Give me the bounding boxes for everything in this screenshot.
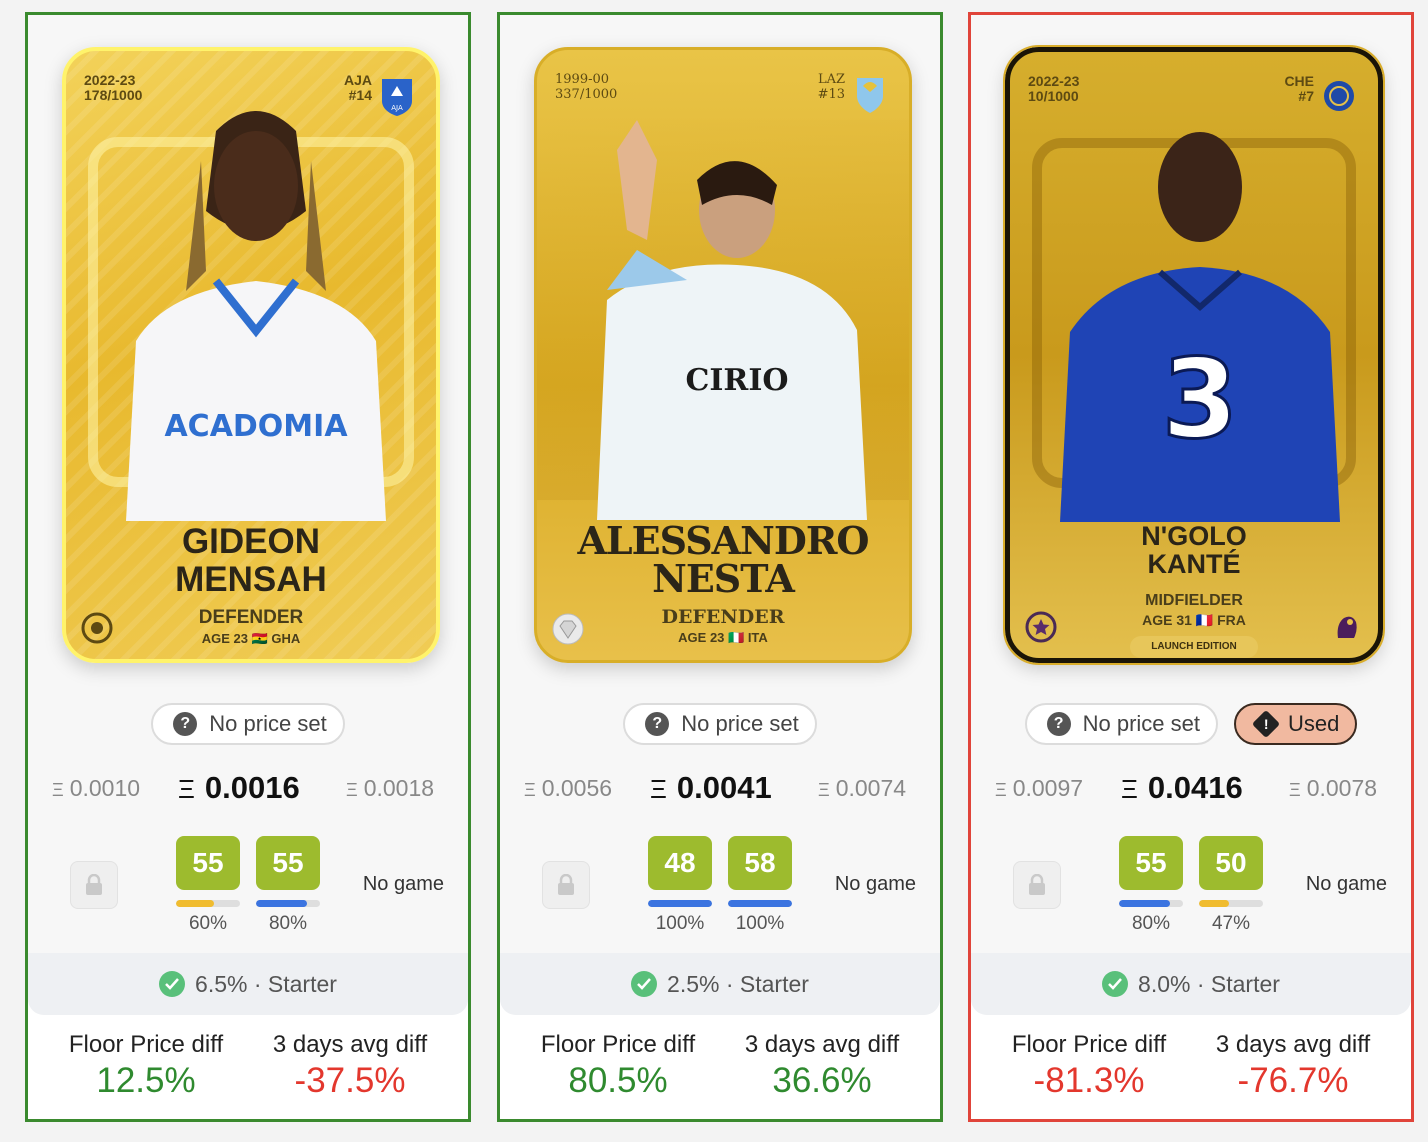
price-main: Ξ 0.0416 (1121, 770, 1243, 805)
lock-icon (558, 874, 574, 895)
badge-row: ? No price set (500, 703, 940, 745)
rarity-ball-icon (81, 612, 113, 644)
game-status: No game (834, 873, 916, 895)
eth-icon: Ξ (1289, 780, 1301, 800)
legend-diamond-icon (552, 613, 584, 645)
warning-icon: ! (1251, 709, 1281, 739)
lock-icon (1029, 874, 1045, 895)
score-bar-fill (1199, 900, 1230, 907)
score-l15: 50 47% (1199, 836, 1263, 935)
eth-icon: Ξ (995, 780, 1007, 800)
player-name: ALESSANDRO NESTA (577, 518, 869, 601)
score-l15: 58 100% (728, 836, 792, 935)
no-price-badge[interactable]: ? No price set (623, 703, 817, 745)
score-l5: 55 60% (176, 836, 240, 935)
floor-price-diff: Floor Price diff 12.5% (68, 1031, 224, 1100)
price-high: Ξ 0.0018 (346, 775, 435, 801)
score-l5: 48 100% (648, 836, 712, 935)
player-position: DEFENDER (661, 606, 785, 628)
player-age-nationality: AGE 23 🇬🇭 GHA (201, 631, 301, 646)
price-high: Ξ 0.0074 (818, 775, 907, 801)
card-panel-nesta[interactable]: 1999-00 337/1000 LAZ #13 CIRIO ALESSANDRO N… (497, 12, 943, 1122)
score-l15: 55 80% (256, 836, 320, 935)
score-bar-fill (256, 900, 308, 907)
player-card-image[interactable]: 2022-23 178/1000 AJA #14 AJA ACADOMIA GIDE… (62, 47, 440, 663)
premier-league-icon (1337, 616, 1357, 638)
price-low: Ξ 0.0097 (995, 775, 1084, 801)
question-icon: ? (173, 712, 198, 736)
check-icon (1102, 971, 1129, 997)
avg-diff: 3 days avg diff -37.5% (272, 1031, 428, 1100)
player-position: DEFENDER (198, 607, 304, 628)
floor-price-diff: Floor Price diff -81.3% (1011, 1031, 1167, 1100)
player-photo: 3 (1060, 132, 1340, 522)
eth-icon: Ξ (52, 780, 64, 800)
lock-button[interactable] (1013, 861, 1061, 909)
player-position: MIDFIELDER (1145, 592, 1243, 609)
eth-icon: Ξ (178, 774, 195, 804)
used-badge[interactable]: ! Used (1234, 703, 1358, 745)
player-name: GIDEON MENSAH (175, 522, 327, 599)
eth-icon: Ξ (818, 780, 830, 800)
lock-icon (86, 874, 102, 895)
eth-icon: Ξ (346, 780, 358, 800)
price-row: Ξ 0.0056 Ξ 0.0041 Ξ 0.0074 (500, 770, 940, 810)
check-icon (159, 971, 186, 997)
price-row: Ξ 0.0010 Ξ 0.0016 Ξ 0.0018 (28, 770, 468, 810)
eth-icon: Ξ (650, 774, 667, 804)
question-icon: ? (645, 712, 670, 736)
player-name: N'GOLO KANTÉ (1141, 521, 1247, 579)
player-age-nationality: AGE 23 🇮🇹 ITA (678, 630, 768, 645)
score-l5: 55 80% (1119, 836, 1183, 935)
lock-button[interactable] (542, 861, 590, 909)
lock-button[interactable] (70, 861, 118, 909)
question-icon: ? (1046, 712, 1071, 736)
badge-row: ? No price set (28, 703, 468, 745)
avg-diff: 3 days avg diff 36.6% (744, 1031, 900, 1100)
price-high: Ξ 0.0078 (1289, 775, 1378, 801)
score-bar-fill (648, 900, 712, 907)
starter-row: 6.5% · Starter (28, 953, 468, 1015)
starter-row: 2.5% · Starter (500, 953, 940, 1015)
svg-text:3: 3 (1162, 335, 1239, 463)
player-photo: CIRIO (597, 120, 867, 520)
price-row: Ξ 0.0097 Ξ 0.0416 Ξ 0.0078 (971, 770, 1411, 810)
card-panel-mensah[interactable]: 2022-23 178/1000 AJA #14 AJA ACADOMIA GIDE… (25, 12, 471, 1122)
eth-icon: Ξ (1121, 774, 1138, 804)
avg-diff: 3 days avg diff -76.7% (1215, 1031, 1371, 1100)
starter-row: 8.0% · Starter (971, 953, 1411, 1015)
floor-price-diff: Floor Price diff 80.5% (540, 1031, 696, 1100)
rarity-star-icon (1025, 611, 1057, 643)
player-age-nationality: AGE 31 🇫🇷 FRA (1142, 612, 1246, 628)
card-panel-kante[interactable]: 2022-23 10/1000 CHE #7 3 N'GOLO KANTÉ MIDFI… (968, 12, 1414, 1122)
check-icon (631, 971, 658, 997)
game-status: No game (1305, 873, 1387, 895)
price-main: Ξ 0.0016 (178, 770, 300, 805)
score-bar-fill (1119, 900, 1171, 907)
no-price-badge[interactable]: ? No price set (151, 703, 345, 745)
player-photo: ACADOMIA (126, 111, 386, 521)
eth-icon: Ξ (524, 780, 536, 800)
launch-edition-tag: LAUNCH EDITION (1130, 636, 1258, 658)
svg-text:CIRIO: CIRIO (685, 363, 788, 398)
svg-text:ACADOMIA: ACADOMIA (164, 409, 348, 444)
price-low: Ξ 0.0010 (52, 775, 141, 801)
player-card-image[interactable]: 2022-23 10/1000 CHE #7 3 N'GOLO KANTÉ MIDFI… (1003, 45, 1385, 665)
score-bar-fill (176, 900, 215, 907)
no-price-badge[interactable]: ? No price set (1024, 703, 1219, 745)
game-status: No game (362, 873, 444, 895)
price-low: Ξ 0.0056 (524, 775, 613, 801)
badge-row: ? No price set ! Used (971, 703, 1411, 745)
player-card-image[interactable]: 1999-00 337/1000 LAZ #13 CIRIO ALESSANDRO N… (534, 47, 912, 663)
score-bar-fill (728, 900, 792, 907)
price-main: Ξ 0.0041 (650, 770, 772, 805)
